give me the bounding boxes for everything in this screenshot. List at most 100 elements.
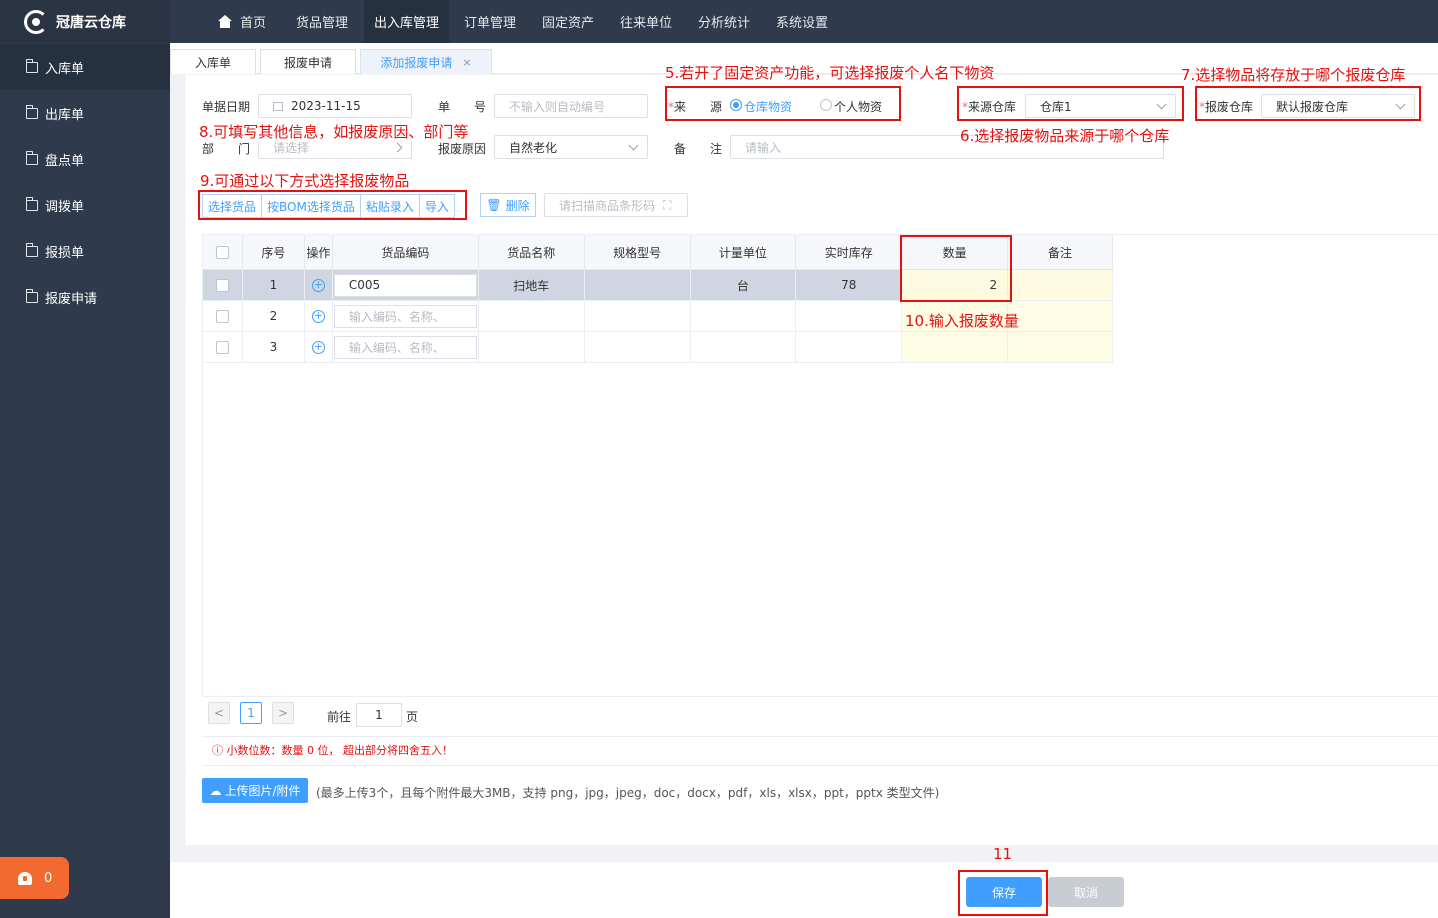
row-checkbox-cell[interactable]: [202, 331, 243, 363]
add-row-icon[interactable]: +: [311, 310, 325, 323]
sidebar-item-scrap-request[interactable]: 报废申请: [0, 274, 170, 320]
row-remark[interactable]: [1007, 331, 1113, 363]
nav-assets[interactable]: 固定资产: [532, 0, 604, 43]
code-input[interactable]: 输入编码、名称、: [333, 304, 477, 328]
sidebar-item-inbound[interactable]: 入库单: [0, 44, 170, 90]
row-spec: [583, 300, 691, 332]
delete-button[interactable]: 🗑 删除: [480, 193, 536, 217]
row-op[interactable]: +: [303, 300, 333, 332]
sidebar-item-damage[interactable]: 报损单: [0, 228, 170, 274]
add-row-icon[interactable]: +: [311, 279, 325, 292]
row-remark[interactable]: [1007, 269, 1113, 301]
row-code[interactable]: 输入编码、名称、: [331, 331, 479, 363]
sidebar-item-label: 报损单: [45, 245, 85, 261]
row-remark[interactable]: [1007, 300, 1113, 332]
upload-label: 上传图片/附件: [224, 784, 301, 798]
add-row-icon[interactable]: +: [311, 341, 325, 354]
tab-scrap-request[interactable]: 报废申请: [260, 49, 356, 74]
upload-button[interactable]: ☁ 上传图片/附件: [202, 778, 308, 803]
row-stock: [795, 300, 903, 332]
doc-no-input[interactable]: 不输入则自动编号: [494, 94, 648, 118]
cancel-button[interactable]: 取消: [1048, 877, 1124, 907]
col-header-op: 操作: [303, 234, 333, 270]
row-op[interactable]: +: [303, 269, 333, 301]
folder-icon: [26, 58, 38, 73]
alarm-icon: [18, 871, 32, 885]
nav-partners[interactable]: 往来单位: [610, 0, 682, 43]
checkbox-icon[interactable]: [215, 310, 229, 323]
row-no: 1: [241, 269, 305, 301]
row-unit: 台: [689, 269, 797, 301]
sidebar-item-stocktake[interactable]: 盘点单: [0, 136, 170, 182]
col-header-code: 货品编码: [331, 234, 479, 270]
document-icon: [26, 288, 38, 303]
doc-date-field[interactable]: 2023-11-15: [258, 94, 412, 118]
doc-no-label: 单 号: [438, 100, 487, 114]
annotation-10: 10.输入报废数量: [905, 312, 1019, 330]
barcode-scan-input[interactable]: 请扫描商品条形码 ⛶: [544, 193, 688, 217]
reason-value: 自然老化: [509, 140, 558, 155]
sidebar-item-label: 调拨单: [45, 199, 85, 215]
logo-icon: [24, 9, 48, 34]
nav-home[interactable]: 首页: [208, 0, 276, 43]
goto-label: 前往: [327, 710, 352, 724]
row-unit: [689, 300, 797, 332]
col-header-stock: 实时库存: [795, 234, 903, 270]
code-input[interactable]: C005: [333, 273, 477, 297]
table-row[interactable]: 3 + 输入编码、名称、: [202, 331, 1113, 363]
col-header-remark: 备注: [1007, 234, 1113, 270]
chevron-down-icon: [628, 140, 639, 151]
nav-orders[interactable]: 订单管理: [454, 0, 526, 43]
notification-button[interactable]: 0: [0, 857, 69, 899]
nav-settings[interactable]: 系统设置: [766, 0, 838, 43]
row-op[interactable]: +: [303, 331, 333, 363]
row-name: [477, 331, 585, 363]
reason-label: 报废原因: [438, 142, 487, 156]
app-logo[interactable]: 冠唐云仓库: [0, 0, 170, 43]
close-icon[interactable]: ×: [462, 56, 471, 69]
col-header-no: 序号: [241, 234, 305, 270]
cloud-upload-icon: ☁: [209, 783, 222, 798]
footer-bar: [170, 862, 1438, 918]
nav-label: 系统设置: [776, 16, 829, 31]
doc-date-value: 2023-11-15: [291, 99, 361, 113]
row-checkbox-cell[interactable]: [202, 300, 243, 332]
select-all-cell[interactable]: [202, 234, 243, 270]
page-1-button[interactable]: 1: [240, 702, 262, 724]
remark-label: 备 注: [674, 142, 723, 156]
tab-add-scrap-request[interactable]: 添加报废申请 ×: [360, 49, 492, 74]
sidebar-item-label: 入库单: [45, 61, 85, 77]
annotation-box-toolbar: [198, 190, 467, 220]
tab-inbound[interactable]: 入库单: [170, 49, 256, 74]
row-qty[interactable]: [901, 331, 1009, 363]
annotation-box-source: [665, 86, 901, 121]
checkbox-icon[interactable]: [215, 341, 229, 354]
code-input[interactable]: 输入编码、名称、: [333, 335, 477, 359]
nav-label: 分析统计: [698, 16, 751, 31]
sidebar-item-label: 出库单: [45, 107, 85, 123]
row-no: 2: [241, 300, 305, 332]
app-title: 冠唐云仓库: [56, 14, 126, 31]
nav-inout[interactable]: 出入库管理: [364, 0, 450, 43]
checkbox-icon[interactable]: [215, 246, 229, 259]
nav-label: 固定资产: [542, 16, 595, 31]
checkbox-icon[interactable]: [215, 279, 229, 292]
row-checkbox-cell[interactable]: [202, 269, 243, 301]
annotation-7: 7.选择物品将存放于哪个报废仓库: [1181, 66, 1406, 84]
notification-count: 0: [44, 870, 53, 886]
row-code[interactable]: C005: [331, 269, 479, 301]
row-name: 扫地车: [477, 269, 585, 301]
nav-goods[interactable]: 货品管理: [286, 0, 358, 43]
sidebar-item-outbound[interactable]: 出库单: [0, 90, 170, 136]
goto-page-input[interactable]: 1: [356, 703, 402, 727]
sidebar-item-label: 报废申请: [45, 291, 98, 307]
nav-analytics[interactable]: 分析统计: [688, 0, 760, 43]
nav-label: 首页: [240, 16, 267, 31]
reason-select[interactable]: 自然老化: [494, 135, 648, 159]
divider: [202, 765, 1438, 766]
sidebar-item-transfer[interactable]: 调拨单: [0, 182, 170, 228]
next-page-button[interactable]: >: [272, 702, 294, 724]
prev-page-button[interactable]: <: [208, 702, 230, 724]
annotation-5: 5.若开了固定资产功能，可选择报废个人名下物资: [665, 64, 995, 82]
row-code[interactable]: 输入编码、名称、: [331, 300, 479, 332]
